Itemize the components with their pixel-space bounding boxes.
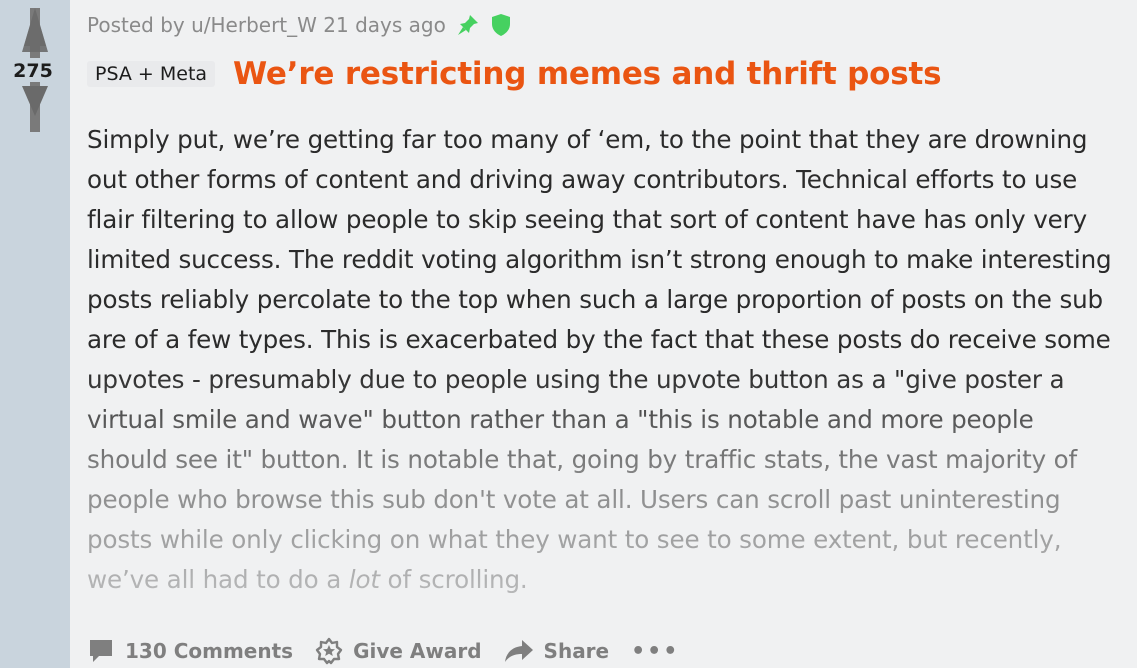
post-body-emphasis: lot [348, 565, 380, 594]
vote-score: 275 [13, 60, 53, 82]
comments-button[interactable]: 130 Comments [87, 637, 293, 665]
share-label: Share [543, 639, 610, 663]
post-body-text: Simply put, we’re getting far too many o… [87, 120, 1121, 598]
post-title[interactable]: We’re restricting memes and thrift posts [233, 56, 942, 92]
upvote-arrow-icon [22, 8, 48, 58]
give-award-label: Give Award [353, 639, 482, 663]
more-options-button[interactable]: ••• [631, 639, 679, 664]
give-award-button[interactable]: Give Award [315, 637, 482, 665]
share-button[interactable]: Share [504, 637, 610, 665]
post-body-tail: of scrolling. [379, 565, 528, 594]
post-body: Simply put, we’re getting far too many o… [87, 120, 1121, 598]
upvote-button[interactable] [22, 8, 48, 58]
comment-icon [90, 640, 112, 662]
post-meta-text[interactable]: Posted by u/Herbert_W 21 days ago [87, 13, 446, 37]
downvote-button[interactable] [22, 82, 48, 132]
pin-icon [456, 13, 480, 37]
comments-label: 130 Comments [125, 639, 294, 663]
post-meta: Posted by u/Herbert_W 21 days ago [87, 10, 512, 40]
post-flair[interactable]: PSA + Meta [87, 61, 216, 87]
more-options-label: ••• [631, 638, 680, 664]
award-icon [315, 637, 343, 665]
post-body-main: Simply put, we’re getting far too many o… [87, 125, 1112, 594]
post-actions: 130 Comments Give Award Share ••• [87, 634, 679, 668]
title-row: PSA + Meta We’re restricting memes and t… [87, 56, 942, 92]
downvote-arrow-icon [22, 82, 48, 132]
post: Posted by u/Herbert_W 21 days ago PSA + … [87, 0, 1121, 668]
share-icon [504, 640, 533, 662]
shield-icon [490, 13, 512, 37]
vote-column: 275 [0, 0, 70, 668]
